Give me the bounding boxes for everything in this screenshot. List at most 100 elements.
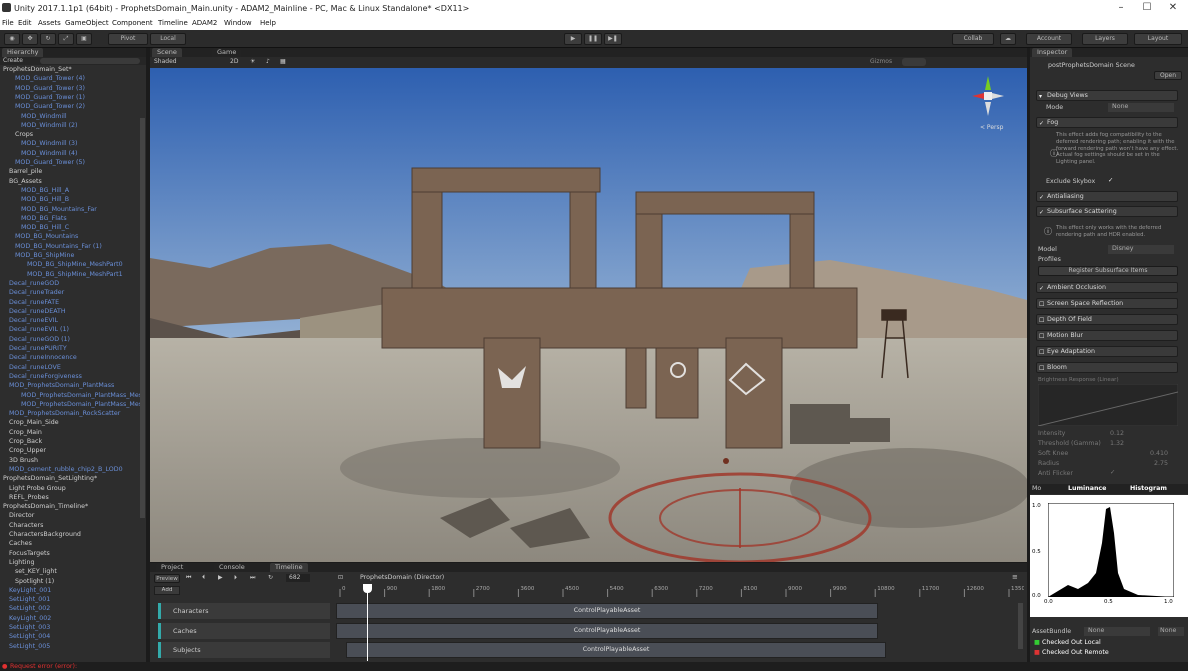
hierarchy-item[interactable]: REFL_Probes [0, 493, 140, 502]
ssr-checkbox[interactable]: ☐ [1039, 300, 1044, 309]
account-dropdown[interactable]: Account [1026, 33, 1072, 45]
next-frame-icon[interactable]: ⏵ [234, 574, 237, 582]
rotate-tool-icon[interactable]: ↻ [40, 33, 56, 45]
hierarchy-item[interactable]: Decal_runeInnocence [0, 353, 140, 362]
eye-adaptation-checkbox[interactable]: ☐ [1039, 348, 1044, 357]
sss-checkbox[interactable]: ✓ [1039, 208, 1044, 217]
cloud-icon[interactable]: ☁ [1000, 33, 1016, 45]
fog-foldout[interactable]: ✓ Fog [1036, 117, 1178, 128]
loop-icon[interactable]: ↻ [268, 574, 273, 581]
menu-assets[interactable]: Assets [38, 19, 61, 27]
track-header[interactable]: Caches [158, 622, 330, 639]
move-tool-icon[interactable]: ✥ [22, 33, 38, 45]
model-dropdown[interactable]: Disney [1108, 245, 1174, 254]
hierarchy-item[interactable]: MOD_BG_Flats [0, 214, 140, 223]
hierarchy-item[interactable]: MOD_ProphetsDomain_PlantMass [0, 381, 140, 390]
hierarchy-item[interactable]: KeyLight_002 [0, 614, 140, 623]
assetbundle-dropdown[interactable]: None [1084, 627, 1150, 636]
close-button[interactable]: ✕ [1162, 2, 1184, 16]
threshold-value[interactable]: 1.32 [1110, 440, 1124, 447]
view-tool-eye-icon[interactable]: ◉ [4, 33, 20, 45]
minimize-button[interactable]: – [1110, 2, 1132, 16]
hierarchy-item[interactable]: MOD_Guard_Tower (5) [0, 158, 140, 167]
hierarchy-item[interactable]: BG_Assets [0, 177, 140, 186]
audio-toggle-icon[interactable]: ♪ [266, 58, 270, 65]
hierarchy-item[interactable]: MOD_BG_Hill_C [0, 223, 140, 232]
intensity-value[interactable]: 0.12 [1110, 430, 1124, 437]
layers-dropdown[interactable]: Layers [1082, 33, 1128, 45]
hierarchy-item[interactable]: Decal_runeDEATH [0, 307, 140, 316]
hierarchy-item[interactable]: MOD_Guard_Tower (2) [0, 102, 140, 111]
hierarchy-item[interactable]: MOD_BG_Mountains [0, 232, 140, 241]
shading-mode-dropdown[interactable]: Shaded [154, 58, 177, 65]
scene-gizmo[interactable]: < Persp [968, 74, 1008, 132]
hierarchy-item[interactable]: MOD_ProphetsDomain_RockScatter [0, 409, 140, 418]
create-dropdown[interactable]: Create [3, 57, 23, 64]
bloom-checkbox[interactable]: ☐ [1039, 364, 1044, 373]
ao-foldout[interactable]: ✓ Ambient Occlusion [1036, 282, 1178, 293]
play-timeline-icon[interactable]: ▶ [218, 574, 223, 581]
ssr-foldout[interactable]: ☐ Screen Space Reflection [1036, 298, 1178, 309]
luminance-dropdown[interactable]: Luminance [1068, 485, 1106, 492]
add-track-button[interactable]: Add [154, 586, 180, 595]
scale-tool-icon[interactable]: ⤢ [58, 33, 74, 45]
hierarchy-item[interactable]: Light Probe Group [0, 484, 140, 493]
hierarchy-item[interactable]: MOD_Windmill [0, 112, 140, 121]
bloom-foldout[interactable]: ☐ Bloom [1036, 362, 1178, 373]
hierarchy-item[interactable]: ProphetsDomain_SetLighting* [0, 474, 140, 483]
motion-blur-checkbox[interactable]: ☐ [1039, 332, 1044, 341]
2d-toggle[interactable]: 2D [230, 58, 238, 65]
tab-scene[interactable]: Scene [152, 48, 182, 57]
mode-dropdown[interactable]: None [1108, 103, 1174, 112]
hierarchy-item[interactable]: MOD_BG_ShipMine_MeshPart0 [0, 260, 140, 269]
tab-hierarchy[interactable]: Hierarchy [2, 48, 44, 57]
timeline-scrollbar[interactable] [1018, 603, 1023, 649]
antialiasing-checkbox[interactable]: ✓ [1039, 193, 1044, 202]
hierarchy-item[interactable]: Decal_runeEVIL (1) [0, 325, 140, 334]
hierarchy-item[interactable]: Crop_Main_Side [0, 418, 140, 427]
hierarchy-item[interactable]: ProphetsDomain_Timeline* [0, 502, 140, 511]
tab-game[interactable]: Game [212, 48, 242, 57]
open-button[interactable]: Open [1154, 71, 1182, 80]
hierarchy-item[interactable]: MOD_cement_rubble_chip2_B_LOD0 [0, 465, 140, 474]
exclude-skybox-checkbox[interactable]: ✓ [1108, 177, 1113, 184]
hierarchy-item[interactable]: Director [0, 511, 140, 520]
eye-adaptation-foldout[interactable]: ☐ Eye Adaptation [1036, 346, 1178, 357]
hierarchy-item[interactable]: MOD_Windmill (2) [0, 121, 140, 130]
track-header[interactable]: Subjects [158, 642, 330, 658]
go-to-end-icon[interactable]: ⏭ [250, 574, 255, 582]
hierarchy-item[interactable]: MOD_Windmill (4) [0, 149, 140, 158]
track-clip[interactable]: ControlPlayableAsset [336, 622, 878, 639]
menu-help[interactable]: Help [260, 19, 276, 27]
persp-label[interactable]: < Persp [980, 124, 1003, 131]
menu-adam2[interactable]: ADAM2 [192, 19, 217, 27]
hierarchy-item[interactable]: ProphetsDomain_Set* [0, 65, 140, 74]
hierarchy-item[interactable]: KeyLight_001 [0, 586, 140, 595]
hierarchy-item[interactable]: Decal_runeFATE [0, 298, 140, 307]
hierarchy-item[interactable]: MOD_BG_Mountains_Far [0, 205, 140, 214]
track-clip[interactable]: ControlPlayableAsset [346, 642, 886, 658]
debug-views-foldout[interactable]: ▾ Debug Views [1036, 90, 1178, 101]
hierarchy-item[interactable]: Caches [0, 539, 140, 548]
antialiasing-foldout[interactable]: ✓ Antialiasing [1036, 191, 1178, 202]
menu-window[interactable]: Window [224, 19, 252, 27]
hierarchy-item[interactable]: Spotlight (1) [0, 577, 140, 586]
hierarchy-item[interactable]: MOD_BG_ShipMine [0, 251, 140, 260]
hierarchy-item[interactable]: 3D Brush [0, 456, 140, 465]
hierarchy-item[interactable]: Decal_runeTrader [0, 288, 140, 297]
timeline-lock-icon[interactable]: ⊡ [338, 574, 343, 581]
tab-inspector[interactable]: Inspector [1032, 48, 1073, 57]
ao-checkbox[interactable]: ✓ [1039, 284, 1044, 293]
menu-file[interactable]: File [2, 19, 14, 27]
hierarchy-item[interactable]: Decal_runeGOD (1) [0, 335, 140, 344]
status-error-text[interactable]: Request error (error): [10, 663, 77, 670]
playhead-handle[interactable] [363, 584, 372, 593]
menu-gameobject[interactable]: GameObject [65, 19, 109, 27]
hierarchy-item[interactable]: MOD_BG_Mountains_Far (1) [0, 242, 140, 251]
hierarchy-item[interactable]: SetLight_001 [0, 595, 140, 604]
go-to-start-icon[interactable]: ⏮ [186, 574, 191, 582]
tab-timeline[interactable]: Timeline [270, 563, 308, 572]
hierarchy-item[interactable]: Decal_runeEVIL [0, 316, 140, 325]
hierarchy-item[interactable]: MOD_ProphetsDomain_PlantMass_Mesh [0, 391, 140, 400]
hierarchy-item[interactable]: CharactersBackground [0, 530, 140, 539]
